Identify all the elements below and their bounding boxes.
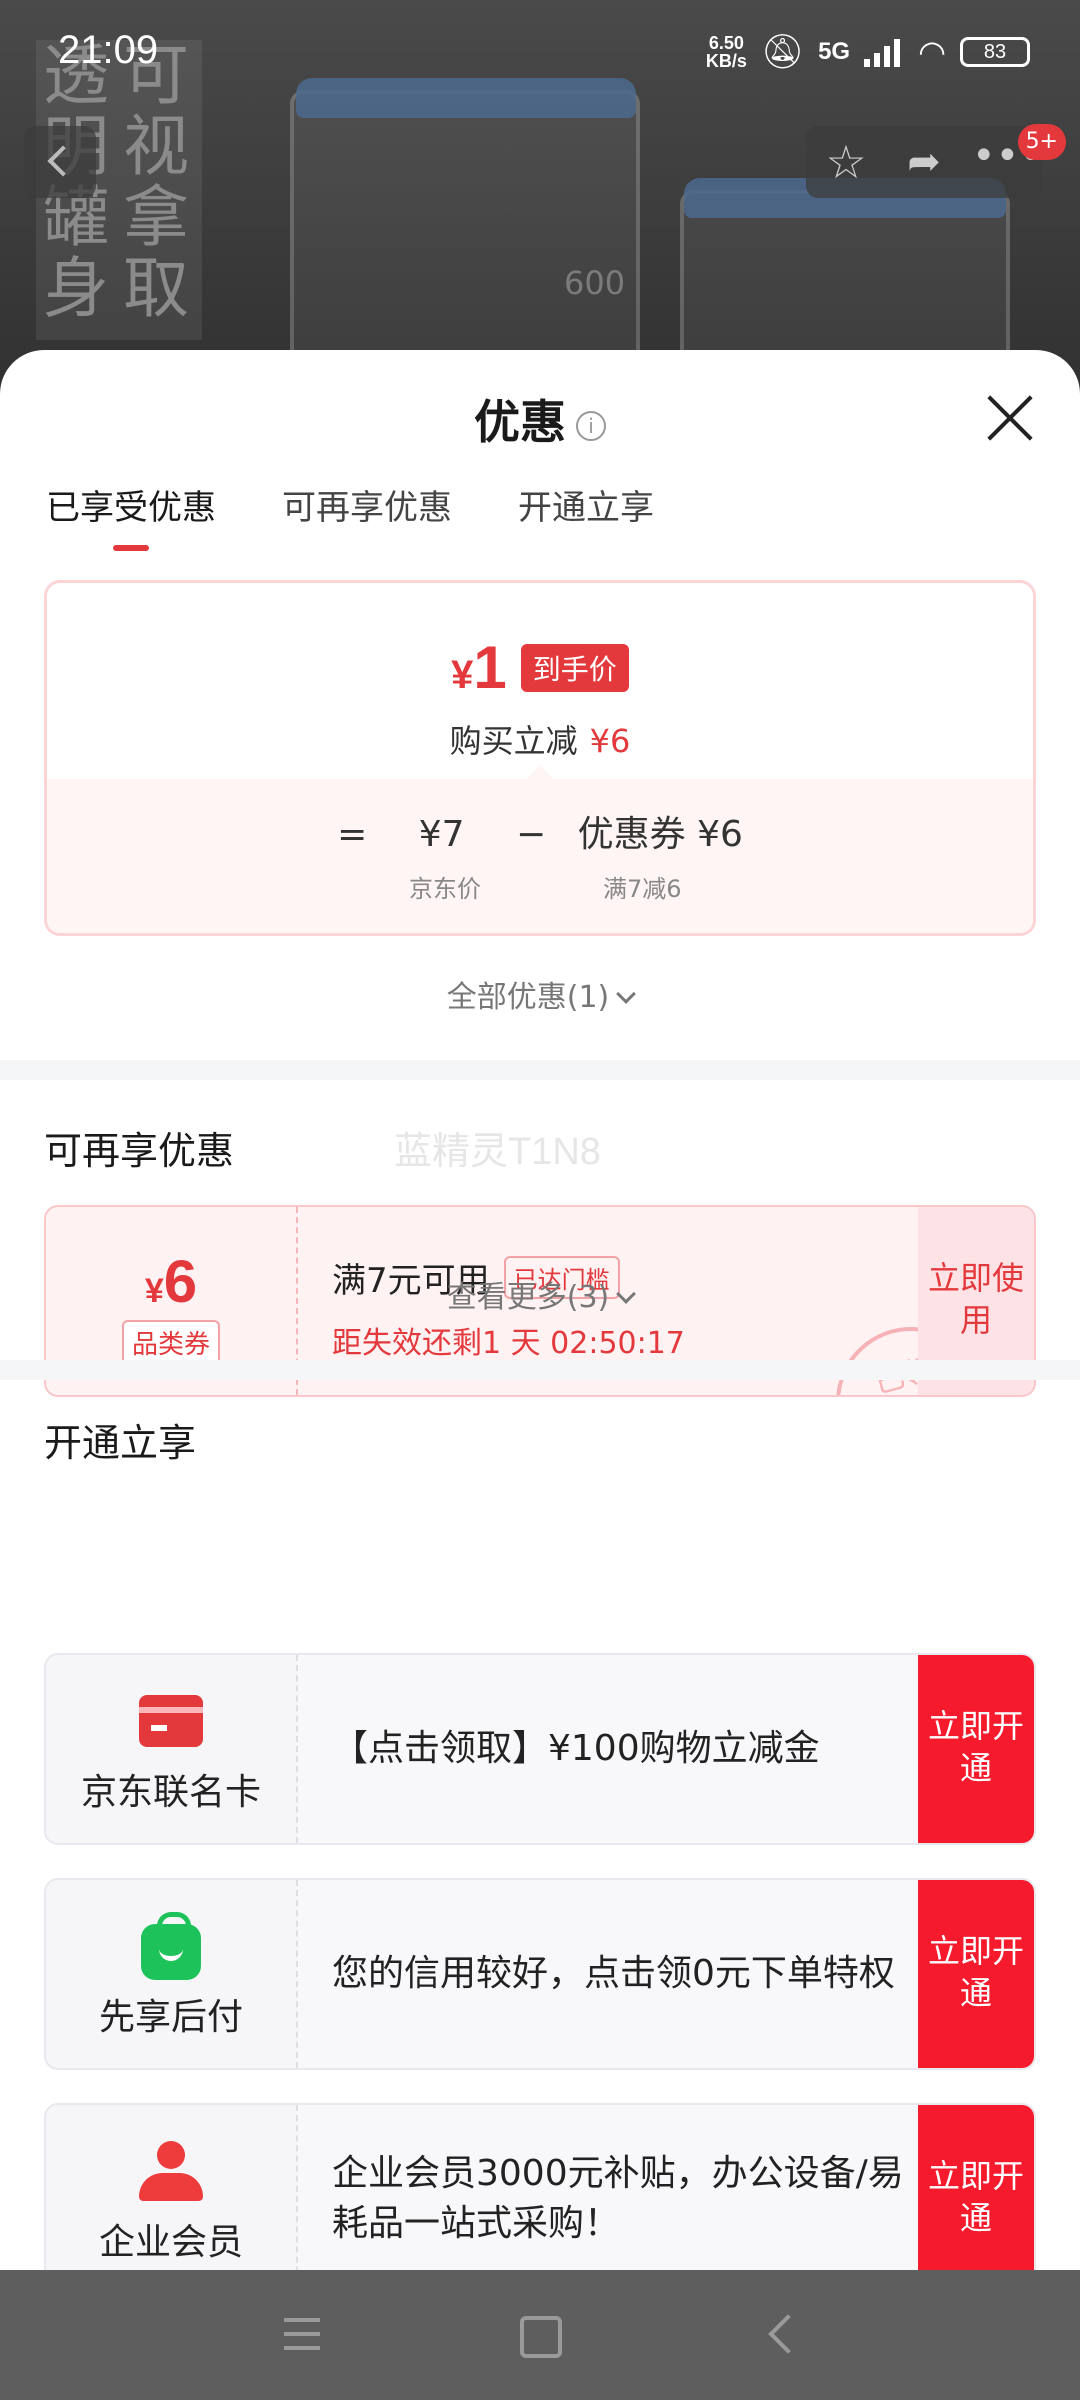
status-icons: 6.50 KB/s 🔕︎ 5G ◠ 83 <box>706 32 1030 72</box>
system-nav-bar <box>0 2270 1080 2400</box>
notification-badge: 5+ <box>1017 124 1066 160</box>
reduce-label: 购买立减 <box>449 722 578 760</box>
offer-desc: 您的信用较好，点击领0元下单特权 <box>332 1953 895 1994</box>
status-bar: 21:09 6.50 KB/s 🔕︎ 5G ◠ 83 <box>0 0 1080 110</box>
credit-card-icon <box>139 1691 203 1751</box>
open-now-button[interactable]: 立即开通 <box>918 2105 1034 2270</box>
net-speed: 6.50 KB/s <box>705 33 747 71</box>
offer-name: 京东联名卡 <box>80 1772 261 1813</box>
back-icon[interactable] <box>760 2310 810 2360</box>
formula-row: = ¥7 − 优惠券 ¥6 <box>47 805 1033 857</box>
offer-desc: 【点击领取】¥100购物立减金 <box>332 1728 820 1769</box>
coupon-expire: 距失效还剩1 天 02:50:17 <box>332 1326 685 1361</box>
final-price: ¥1 <box>451 634 507 701</box>
see-more-link[interactable]: 查看更多(3) <box>0 1272 1080 1316</box>
network-type: 5G <box>818 38 851 65</box>
open-now-button[interactable]: 立即开通 <box>918 1880 1034 2068</box>
signal-icon <box>864 37 904 67</box>
sheet-title-row: 优惠 i <box>0 386 1080 452</box>
price-formula: = ¥7 − 优惠券 ¥6 京东价 满7减6 <box>47 765 1033 933</box>
section-divider <box>0 1360 1080 1380</box>
offer-desc: 企业会员3000元补贴，办公设备/易耗品一站式采购！ <box>332 2153 904 2244</box>
info-icon[interactable]: i <box>576 410 606 441</box>
user-icon <box>139 2141 203 2201</box>
offer-name: 企业会员 <box>98 2222 243 2263</box>
sheet-title: 优惠 <box>474 395 566 449</box>
coupon-type: 品类券 <box>121 1320 220 1365</box>
equals-sign: = <box>337 814 368 855</box>
mute-icon: 🔕︎ <box>760 33 805 71</box>
coupon-deduction: 优惠券 ¥6 <box>577 814 743 855</box>
coupon-deduction-label: 满7减6 <box>603 875 682 903</box>
wifi-icon: ◠ <box>918 34 946 70</box>
chevron-down-icon <box>616 1284 637 1304</box>
star-icon[interactable]: ☆ <box>820 136 872 188</box>
battery-icon: 83 <box>960 37 1030 67</box>
chevron-down-icon <box>616 984 637 1004</box>
tab-open-enjoy[interactable]: 开通立享 <box>518 480 654 551</box>
final-price-card: ¥1 到手价 购买立减 ¥6 = ¥7 − 优惠券 ¥6 京东价 满7减6 <box>44 580 1036 936</box>
more-discounts-title: 可再享优惠 <box>44 1129 235 1173</box>
minus-sign: − <box>516 814 547 855</box>
offer-card-enterprise[interactable]: 企业会员 企业会员3000元补贴，办公设备/易耗品一站式采购！ 立即开通 <box>44 2103 1036 2270</box>
reduce-amount: ¥6 <box>589 722 631 760</box>
open-now-button[interactable]: 立即开通 <box>918 1655 1034 1843</box>
final-price-tag: 到手价 <box>520 643 629 692</box>
jar-label: 600 <box>564 264 626 302</box>
back-button[interactable] <box>24 126 96 198</box>
chevron-left-icon <box>47 145 79 177</box>
tab-more-available[interactable]: 可再享优惠 <box>282 480 452 551</box>
final-price-row: ¥1 到手价 <box>47 583 1033 702</box>
offer-name: 先享后付 <box>98 1997 243 2038</box>
base-price: ¥7 <box>418 814 465 855</box>
home-icon[interactable] <box>514 2310 564 2360</box>
top-action-group: ☆ ➦ ••• <box>806 126 1043 198</box>
section-divider <box>0 1060 1080 1080</box>
tab-bar: 已享受优惠 可再享优惠 开通立享 <box>46 480 654 551</box>
offer-card-pay-later[interactable]: 先享后付 您的信用较好，点击领0元下单特权 立即开通 <box>44 1878 1036 2070</box>
menu-icon[interactable] <box>280 2310 330 2360</box>
close-icon[interactable] <box>984 392 1036 444</box>
shopping-bag-icon <box>139 1912 203 1980</box>
watermark-text: 蓝精灵T1N8 <box>394 1131 601 1173</box>
discount-sheet: 优惠 i 已享受优惠 可再享优惠 开通立享 ¥1 到手价 购买立减 ¥6 = ¥7 … <box>0 350 1080 2270</box>
status-time: 21:09 <box>58 28 159 72</box>
offer-card-jd-card[interactable]: 京东联名卡 【点击领取】¥100购物立减金 立即开通 <box>44 1653 1036 1845</box>
all-discounts-link[interactable]: 全部优惠(1) <box>0 972 1080 1016</box>
reduce-row: 购买立减 ¥6 <box>47 716 1033 762</box>
tab-enjoyed[interactable]: 已享受优惠 <box>46 480 216 551</box>
base-price-label: 京东价 <box>409 875 481 903</box>
open-enjoy-title: 开通立享 <box>44 1421 197 1465</box>
final-price-summary: ¥1 到手价 购买立减 ¥6 <box>47 583 1033 779</box>
share-icon[interactable]: ➦ <box>898 136 950 188</box>
